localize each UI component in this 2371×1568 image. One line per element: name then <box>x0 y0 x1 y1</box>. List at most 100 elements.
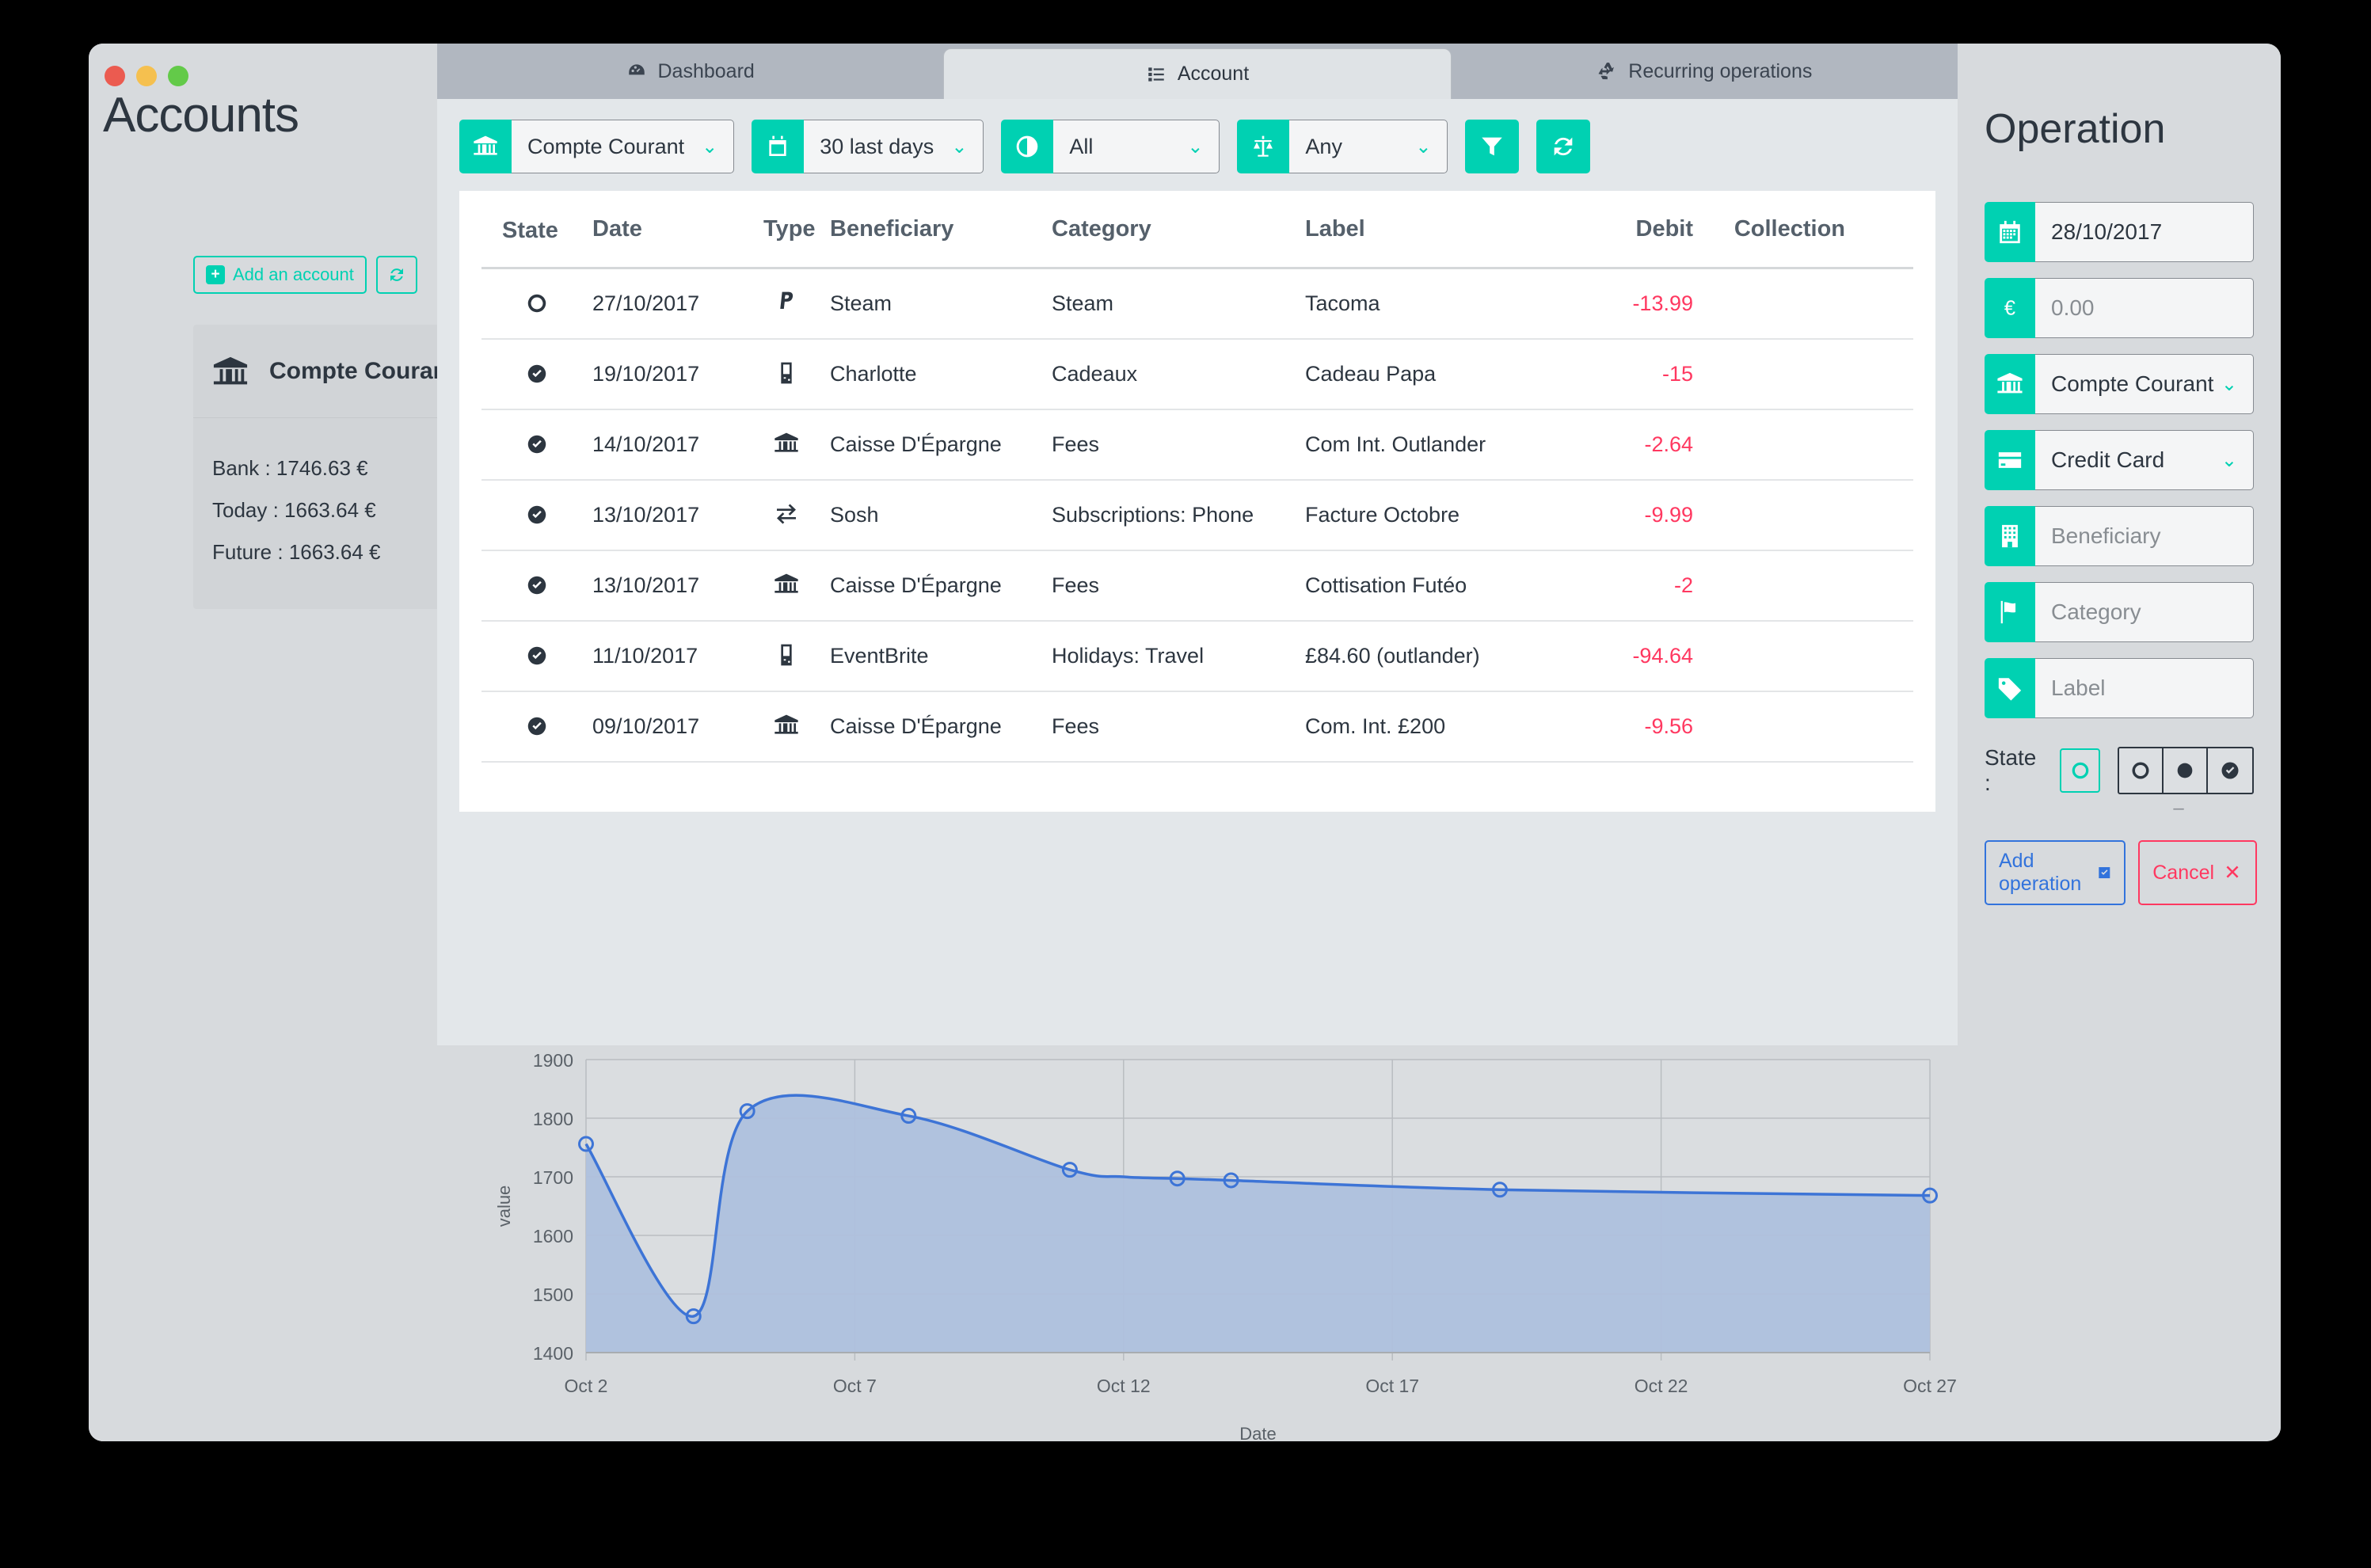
building-icon <box>1985 506 2035 566</box>
row-date: 19/10/2017 <box>592 361 700 386</box>
x-tick: Oct 2 <box>565 1376 608 1396</box>
table-row[interactable]: 27/10/2017 Steam Steam Tacoma -13.99 <box>481 269 1913 340</box>
th-type: Type <box>763 216 816 242</box>
tab-dashboard[interactable]: Dashboard <box>437 44 943 99</box>
row-beneficiary: Caisse D'Épargne <box>830 573 1002 598</box>
table-row[interactable]: 11/10/2017 EventBrite Holidays: Travel £84.… <box>481 622 1913 693</box>
operation-state-options <box>2118 747 2254 794</box>
check-circle-icon <box>527 435 546 454</box>
row-beneficiary: Charlotte <box>830 361 917 386</box>
row-category: Fees <box>1052 573 1100 598</box>
refresh-icon <box>390 268 403 281</box>
cancel-operation-button[interactable]: Cancel <box>2138 840 2258 905</box>
check-circle-icon <box>527 646 546 665</box>
filter-period-value: 30 last days <box>820 134 934 158</box>
filter-period-select[interactable]: 30 last days ⌄ <box>804 120 984 173</box>
operation-label-field[interactable]: Label <box>1985 658 2254 718</box>
state-option-done[interactable] <box>2208 748 2252 793</box>
tab-account[interactable]: Account <box>943 48 1452 99</box>
filter-state[interactable]: All ⌄ <box>1001 120 1220 173</box>
row-beneficiary: Caisse D'Épargne <box>830 714 1002 739</box>
operation-label-input[interactable]: Label <box>2035 658 2254 718</box>
row-label: Facture Octobre <box>1305 502 1460 527</box>
y-axis-label: value <box>494 1186 514 1227</box>
credit-card-icon <box>1985 430 2035 490</box>
tab-recurring-operations[interactable]: Recurring operations <box>1452 44 1958 99</box>
operation-payment-type-select[interactable]: Credit Card ⌄ <box>2035 430 2254 490</box>
close-icon <box>2226 866 2239 878</box>
filter-account-select[interactable]: Compte Courant ⌄ <box>512 120 735 173</box>
window-controls <box>105 66 188 86</box>
operation-category-field[interactable]: Category <box>1985 582 2254 642</box>
page-title: Accounts <box>103 88 299 143</box>
filter-period[interactable]: 30 last days ⌄ <box>752 120 984 173</box>
scales-icon <box>1237 120 1290 173</box>
operation-category-input[interactable]: Category <box>2035 582 2254 642</box>
close-window-button[interactable] <box>105 66 125 86</box>
add-account-label: Add an account <box>233 265 354 284</box>
state-option-filled[interactable] <box>2164 748 2208 793</box>
check-circle-icon <box>527 717 546 736</box>
operation-amount-field[interactable]: € 0.00 <box>1985 278 2254 338</box>
row-state <box>481 360 592 386</box>
apply-filter-button[interactable] <box>1465 120 1520 173</box>
refresh-accounts-button[interactable] <box>375 256 417 294</box>
paypal-icon <box>780 291 794 309</box>
account-panel: Compte Courant ⌄ 30 last days ⌄ All ⌄ An… <box>437 99 1958 1045</box>
transfer-icon <box>777 504 796 524</box>
operation-state-label: State : <box>1985 745 2037 795</box>
operation-state-current[interactable] <box>2060 748 2100 793</box>
filter-type[interactable]: Any ⌄ <box>1237 120 1448 173</box>
chevron-down-icon: ⌄ <box>951 135 968 158</box>
filter-type-select[interactable]: Any ⌄ <box>1289 120 1448 173</box>
y-tick: 1700 <box>533 1167 573 1188</box>
add-account-button[interactable]: + Add an account <box>193 256 367 294</box>
row-state <box>481 501 592 527</box>
state-option-pending[interactable] <box>2119 748 2164 793</box>
operation-beneficiary-input[interactable]: Beneficiary <box>2035 506 2254 566</box>
table-row[interactable]: 19/10/2017 Charlotte Cadeaux Cadeau Papa -15 <box>481 340 1913 410</box>
row-debit: -94.64 <box>1632 644 1693 668</box>
operation-account-select[interactable]: Compte Courant ⌄ <box>2035 354 2254 414</box>
add-operation-label: Add operation <box>1999 850 2082 895</box>
row-label: Cadeau Papa <box>1305 361 1437 386</box>
filter-account[interactable]: Compte Courant ⌄ <box>459 120 735 173</box>
operation-account-field[interactable]: Compte Courant ⌄ <box>1985 354 2254 414</box>
x-tick: Oct 7 <box>833 1376 877 1396</box>
th-debit: Debit <box>1635 216 1694 242</box>
dashboard-icon <box>628 64 645 75</box>
refresh-icon <box>1555 137 1573 156</box>
recycle-icon <box>1598 63 1615 80</box>
x-tick: Oct 17 <box>1365 1376 1419 1396</box>
operation-date-input[interactable]: 28/10/2017 <box>2035 202 2254 262</box>
refresh-operations-button[interactable] <box>1536 120 1591 173</box>
operation-amount-input[interactable]: 0.00 <box>2035 278 2254 338</box>
row-debit: -9.56 <box>1644 714 1693 739</box>
chevron-down-icon: ⌄ <box>2221 449 2237 471</box>
minimize-window-button[interactable] <box>136 66 157 86</box>
filter-state-select[interactable]: All ⌄ <box>1053 120 1220 173</box>
operation-state-row: State : <box>1985 745 2254 796</box>
row-debit: -9.99 <box>1644 502 1693 527</box>
operation-beneficiary-field[interactable]: Beneficiary <box>1985 506 2254 566</box>
th-label: Label <box>1305 216 1365 242</box>
table-row[interactable]: 13/10/2017 Caisse D'Épargne Fees Cottisatio… <box>481 551 1913 622</box>
bank-icon <box>1985 354 2035 414</box>
row-type <box>743 642 830 668</box>
y-tick: 1400 <box>533 1343 573 1364</box>
account-name: Compte Courant <box>269 358 455 385</box>
x-axis-label: Date <box>1239 1424 1276 1441</box>
operation-payment-type-field[interactable]: Credit Card ⌄ <box>1985 430 2254 490</box>
euro-icon: € <box>1985 278 2035 338</box>
y-tick: 1500 <box>533 1284 573 1305</box>
add-operation-button[interactable]: Add operation <box>1985 840 2126 905</box>
table-row[interactable]: 09/10/2017 Caisse D'Épargne Fees Com. Int. … <box>481 692 1913 763</box>
operation-buttons: Add operation Cancel <box>1985 840 2258 905</box>
cancel-operation-label: Cancel <box>2152 861 2215 884</box>
main-content: Dashboard Account Recurring operations C… <box>437 44 1958 1045</box>
operation-date-field[interactable]: 28/10/2017 <box>1985 202 2254 262</box>
table-row[interactable]: 14/10/2017 Caisse D'Épargne Fees Com Int. O… <box>481 410 1913 481</box>
table-row[interactable]: 13/10/2017 Sosh Subscriptions: Phone Factur… <box>481 481 1913 552</box>
row-state <box>481 290 592 315</box>
maximize-window-button[interactable] <box>168 66 188 86</box>
